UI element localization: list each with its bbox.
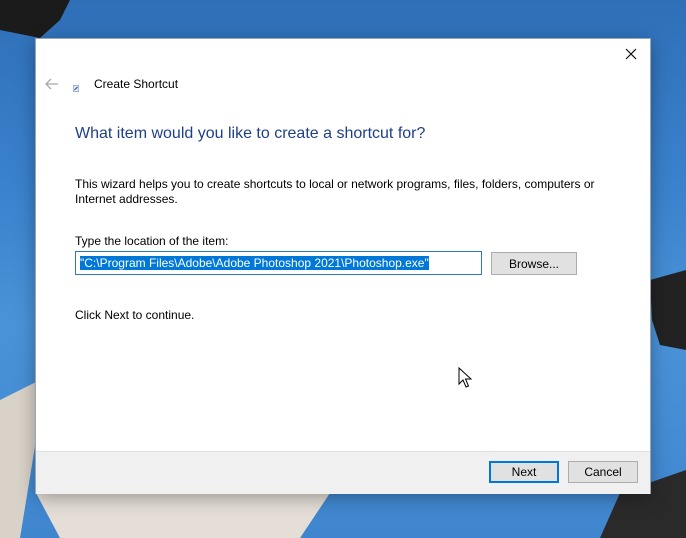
close-button[interactable]	[620, 45, 642, 63]
window-title: Create Shortcut	[94, 77, 179, 91]
close-icon	[625, 48, 637, 60]
location-input[interactable]: "C:\Program Files\Adobe\Adobe Photoshop …	[75, 251, 482, 275]
cancel-button[interactable]: Cancel	[568, 461, 638, 483]
location-input-value: "C:\Program Files\Adobe\Adobe Photoshop …	[80, 256, 429, 270]
browse-button[interactable]: Browse...	[491, 252, 577, 275]
mouse-cursor-icon	[458, 367, 472, 388]
create-shortcut-dialog: Create Shortcut What item would you like…	[36, 39, 650, 494]
back-button[interactable]	[44, 77, 60, 91]
back-arrow-icon	[45, 78, 58, 90]
location-label: Type the location of the item:	[75, 234, 229, 248]
shortcut-icon	[73, 85, 79, 92]
dialog-footer: Next Cancel	[36, 451, 650, 494]
continue-hint: Click Next to continue.	[75, 308, 195, 322]
page-heading: What item would you like to create a sho…	[75, 125, 426, 142]
next-button[interactable]: Next	[489, 461, 559, 483]
wizard-description: This wizard helps you to create shortcut…	[75, 177, 595, 206]
